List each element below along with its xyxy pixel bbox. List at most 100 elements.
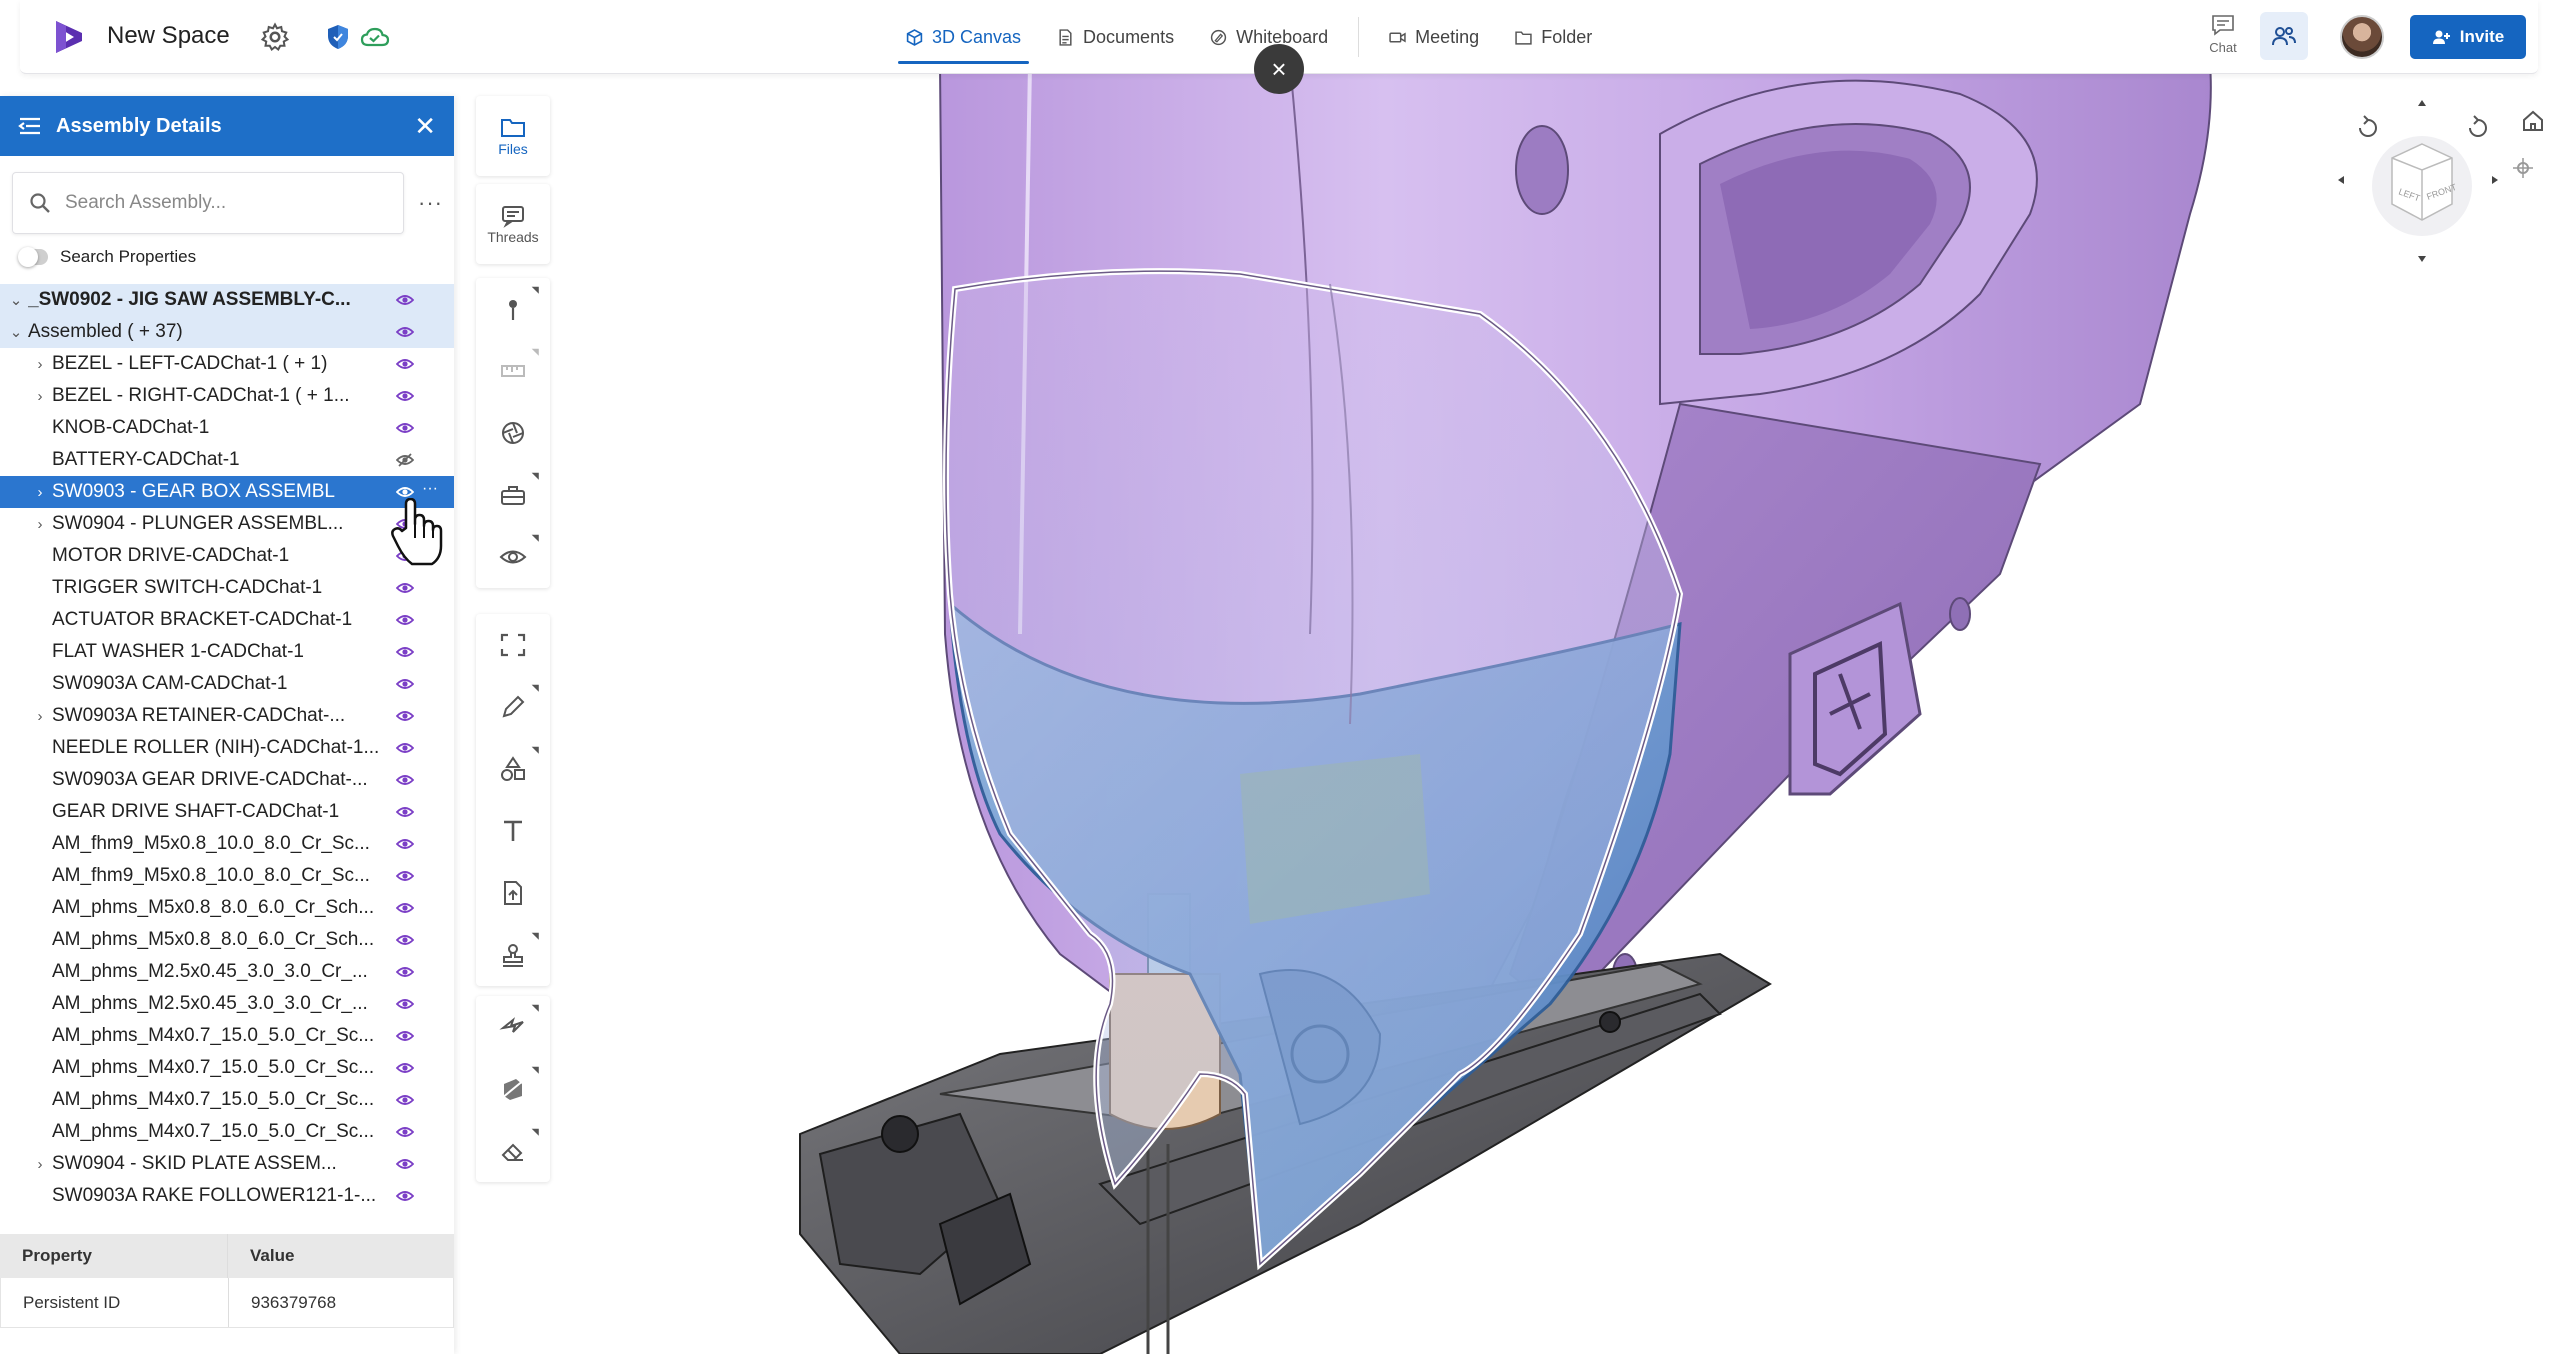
eye-icon[interactable] xyxy=(396,420,414,436)
tree-item[interactable]: › SW0903A RETAINER-CADChat-... xyxy=(0,700,454,732)
arrow-up-icon[interactable] xyxy=(2418,100,2426,106)
chevron-right-icon[interactable]: › xyxy=(28,516,52,533)
row-more-icon[interactable]: ··· xyxy=(422,480,438,498)
tree-item[interactable]: KNOB-CADChat-1 xyxy=(0,412,454,444)
eye-icon[interactable] xyxy=(396,612,414,628)
pencil-button[interactable] xyxy=(476,676,550,738)
tree-item[interactable]: › SW0903 - GEAR BOX ASSEMBL ··· xyxy=(0,476,454,508)
upload-button[interactable] xyxy=(476,862,550,924)
section-button[interactable] xyxy=(476,1058,550,1120)
tree-item[interactable]: AM_fhm9_M5x0.8_10.0_8.0_Cr_Sc... xyxy=(0,860,454,892)
tree-item[interactable]: › BEZEL - LEFT-CADChat-1 ( + 1) xyxy=(0,348,454,380)
eye-icon[interactable] xyxy=(396,964,414,980)
fit-target-icon[interactable] xyxy=(2513,158,2533,178)
arrow-down-icon[interactable] xyxy=(2418,256,2426,262)
eye-icon[interactable] xyxy=(396,1124,414,1140)
chevron-down-icon[interactable]: ⌄ xyxy=(4,323,28,341)
stamp-button[interactable] xyxy=(476,924,550,986)
explode-button[interactable] xyxy=(476,402,550,464)
tree-item[interactable]: AM_phms_M2.5x0.45_3.0_3.0_Cr_... xyxy=(0,956,454,988)
tree-item[interactable]: NEEDLE ROLLER (NIH)-CADChat-1... xyxy=(0,732,454,764)
cut-button[interactable] xyxy=(476,996,550,1058)
tree-item[interactable]: SW0903A GEAR DRIVE-CADChat-... xyxy=(0,764,454,796)
tree-item[interactable]: GEAR DRIVE SHAFT-CADChat-1 xyxy=(0,796,454,828)
tree-item[interactable]: › SW0904 - SKID PLATE ASSEM... xyxy=(0,1148,454,1180)
chevron-right-icon[interactable]: › xyxy=(28,484,52,501)
eye-icon[interactable] xyxy=(396,772,414,788)
tree-item[interactable]: AM_phms_M5x0.8_8.0_6.0_Cr_Sch... xyxy=(0,892,454,924)
visibility-button[interactable] xyxy=(476,526,550,588)
eye-icon[interactable] xyxy=(396,324,414,340)
tree-item[interactable]: › BEZEL - RIGHT-CADChat-1 ( + 1... xyxy=(0,380,454,412)
search-properties-toggle-row[interactable]: Search Properties xyxy=(0,242,454,272)
chevron-right-icon[interactable]: › xyxy=(28,356,52,373)
avatar[interactable] xyxy=(2340,15,2384,59)
eye-icon[interactable] xyxy=(396,676,414,692)
close-icon[interactable]: × xyxy=(1254,44,1304,94)
tree-item[interactable]: TRIGGER SWITCH-CADChat-1 xyxy=(0,572,454,604)
eye-icon[interactable] xyxy=(396,804,414,820)
eye-off-icon[interactable] xyxy=(396,452,414,468)
tree-item[interactable]: › SW0904 - PLUNGER ASSEMBL... xyxy=(0,508,454,540)
fit-view-button[interactable] xyxy=(476,614,550,676)
tab-meeting[interactable]: Meeting xyxy=(1371,0,1497,74)
eye-icon[interactable] xyxy=(396,740,414,756)
eye-icon[interactable] xyxy=(396,388,414,404)
eye-icon[interactable] xyxy=(396,644,414,660)
eye-icon[interactable] xyxy=(396,932,414,948)
chevron-right-icon[interactable]: › xyxy=(28,708,52,725)
files-button[interactable]: Files xyxy=(476,96,550,176)
eye-icon[interactable] xyxy=(396,1156,414,1172)
tab-folder[interactable]: Folder xyxy=(1497,0,1610,74)
chat-button[interactable]: Chat xyxy=(2198,14,2248,64)
arrow-right-icon[interactable] xyxy=(2492,176,2498,184)
tree-item[interactable]: SW0903A CAM-CADChat-1 xyxy=(0,668,454,700)
eye-icon[interactable] xyxy=(396,1060,414,1076)
tree-item[interactable]: AM_fhm9_M5x0.8_10.0_8.0_Cr_Sc... xyxy=(0,828,454,860)
more-options-icon[interactable]: ··· xyxy=(418,190,443,216)
chevron-right-icon[interactable]: › xyxy=(28,388,52,405)
close-panel-icon[interactable]: ✕ xyxy=(414,111,436,142)
tree-item[interactable]: FLAT WASHER 1-CADChat-1 xyxy=(0,636,454,668)
tree-item[interactable]: AM_phms_M2.5x0.45_3.0_3.0_Cr_... xyxy=(0,988,454,1020)
eye-icon[interactable] xyxy=(396,356,414,372)
invite-button[interactable]: Invite xyxy=(2410,15,2526,59)
cloud-sync-icon[interactable] xyxy=(360,26,390,48)
search-input[interactable] xyxy=(65,192,395,214)
tree-item[interactable]: AM_phms_M4x0.7_15.0_5.0_Cr_Sc... xyxy=(0,1020,454,1052)
rotate-left-icon[interactable] xyxy=(2359,115,2377,137)
tree-item[interactable]: ⌄ Assembled ( + 37) xyxy=(0,316,454,348)
tree-item[interactable]: BATTERY-CADChat-1 xyxy=(0,444,454,476)
threads-button[interactable]: Threads xyxy=(476,184,550,264)
measure-button[interactable] xyxy=(476,340,550,402)
chevron-down-icon[interactable]: ⌄ xyxy=(4,291,28,309)
search-box[interactable] xyxy=(12,172,404,234)
tree-item[interactable]: AM_phms_M5x0.8_8.0_6.0_Cr_Sch... xyxy=(0,924,454,956)
chevron-right-icon[interactable]: › xyxy=(28,1156,52,1173)
tree-item[interactable]: AM_phms_M4x0.7_15.0_5.0_Cr_Sc... xyxy=(0,1116,454,1148)
home-icon[interactable] xyxy=(2523,110,2543,131)
eye-icon[interactable] xyxy=(396,836,414,852)
gear-icon[interactable] xyxy=(260,22,290,52)
app-logo-icon[interactable] xyxy=(52,19,86,55)
eye-icon[interactable] xyxy=(396,1028,414,1044)
tab-documents[interactable]: Documents xyxy=(1039,0,1192,74)
eraser-button[interactable] xyxy=(476,1120,550,1182)
search-properties-toggle[interactable] xyxy=(18,247,48,267)
eye-icon[interactable] xyxy=(396,1188,414,1204)
eye-icon[interactable] xyxy=(396,900,414,916)
tree-item[interactable]: ⌄ _SW0902 - JIG SAW ASSEMBLY-C... xyxy=(0,284,454,316)
eye-icon[interactable] xyxy=(396,580,414,596)
tree-item[interactable]: AM_phms_M4x0.7_15.0_5.0_Cr_Sc... xyxy=(0,1052,454,1084)
collapse-menu-icon[interactable] xyxy=(18,116,42,136)
toolbox-button[interactable] xyxy=(476,464,550,526)
text-button[interactable] xyxy=(476,800,550,862)
pin-button[interactable] xyxy=(476,278,550,340)
tree-item[interactable]: AM_phms_M4x0.7_15.0_5.0_Cr_Sc... xyxy=(0,1084,454,1116)
tree-item[interactable]: ACTUATOR BRACKET-CADChat-1 xyxy=(0,604,454,636)
eye-icon[interactable] xyxy=(396,292,414,308)
tree-item[interactable]: SW0903A RAKE FOLLOWER121-1-... xyxy=(0,1180,454,1212)
arrow-left-icon[interactable] xyxy=(2338,176,2344,184)
space-name[interactable]: New Space xyxy=(107,22,230,50)
eye-icon[interactable] xyxy=(396,708,414,724)
